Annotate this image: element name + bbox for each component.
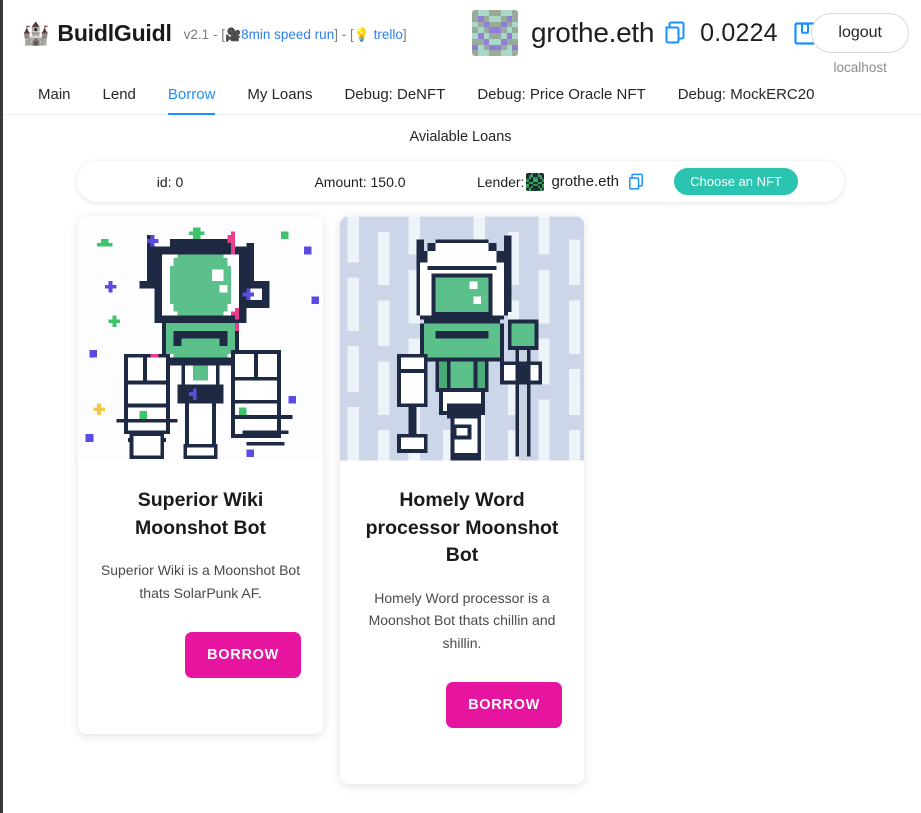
tab-debug-price-oracle-nft[interactable]: Debug: Price Oracle NFT xyxy=(461,75,661,114)
tab-lend[interactable]: Lend xyxy=(87,75,152,114)
account-info: grothe.eth 0.0224 xyxy=(472,10,816,56)
nft-card-body: Superior Wiki Moonshot Bot Superior Wiki… xyxy=(78,461,323,604)
copy-lender-address-button[interactable] xyxy=(619,173,644,191)
nft-description: Superior Wiki is a Moonshot Bot thats So… xyxy=(100,562,301,601)
nft-card-footer: BORROW xyxy=(78,604,323,734)
copy-address-button[interactable] xyxy=(654,21,686,45)
castle-icon: 🏰 xyxy=(22,20,50,46)
brand-meta: v2.1 - [🎥8min speed run] - [💡 trello] xyxy=(184,27,407,43)
borrow-button[interactable]: BORROW xyxy=(446,682,562,729)
loan-amount-label: Amount: 150.0 xyxy=(314,173,406,190)
lender-label: Lender: xyxy=(476,173,525,190)
logout-button[interactable]: logout xyxy=(811,13,909,53)
tab-debug-mockerc20[interactable]: Debug: MockERC20 xyxy=(662,75,831,114)
separator-open: - [ xyxy=(209,27,225,42)
save-button[interactable] xyxy=(778,21,816,45)
network-label: localhost xyxy=(833,60,887,75)
loan-lender-cell: Lender: grothe.eth xyxy=(475,172,646,191)
movie-camera-icon: 🎥 xyxy=(224,27,242,42)
blockie-avatar xyxy=(472,10,518,56)
account-name: grothe.eth xyxy=(531,17,655,48)
light-bulb-icon: 💡 xyxy=(353,27,370,42)
nft-card-grid: Superior Wiki Moonshot Bot Superior Wiki… xyxy=(0,216,921,813)
account-balance: 0.0224 xyxy=(700,18,778,47)
choose-an-nft-button[interactable]: Choose an NFT xyxy=(674,168,798,195)
trello-link[interactable]: trello xyxy=(374,27,403,42)
nft-card[interactable]: Homely Word processor Moonshot Bot Homel… xyxy=(340,216,584,785)
main-navigation: Main Lend Borrow My Loans Debug: DeNFT Debug:… xyxy=(0,75,921,115)
nft-card[interactable]: Superior Wiki Moonshot Bot Superior Wiki… xyxy=(78,216,323,735)
speed-run-link[interactable]: 8min speed run xyxy=(241,27,334,42)
loan-action-cell: Choose an NFT xyxy=(646,168,826,195)
lender-name: grothe.eth xyxy=(551,173,620,190)
tab-borrow[interactable]: Borrow xyxy=(152,75,232,115)
nft-title: Homely Word processor Moonshot Bot xyxy=(365,489,559,567)
brand-name: BuidlGuidl xyxy=(57,20,172,46)
copy-icon xyxy=(665,21,685,44)
nft-card-footer: BORROW xyxy=(340,654,584,784)
page-title: Avialable Loans xyxy=(409,129,512,145)
nft-description: Homely Word processor is a Moonshot Bot … xyxy=(368,590,556,651)
nft-card-body: Homely Word processor Moonshot Bot Homel… xyxy=(340,461,584,654)
pixel-robot-word-processor-art xyxy=(340,216,584,461)
separator-mid: ] - [ xyxy=(334,27,354,42)
loan-id-label: id: 0 xyxy=(156,173,184,190)
borrow-button[interactable]: BORROW xyxy=(185,632,301,679)
left-edge-gutter xyxy=(0,0,3,813)
logout-area: logout localhost xyxy=(811,13,909,75)
nft-title: Superior Wiki Moonshot Bot xyxy=(134,489,267,539)
pixel-robot-solarpunk-art xyxy=(78,216,323,461)
brand-logo[interactable]: 🏰 BuidlGuidl xyxy=(22,20,172,47)
separator-close: ] xyxy=(402,27,407,42)
tab-main[interactable]: Main xyxy=(22,75,87,114)
tab-debug-denft[interactable]: Debug: DeNFT xyxy=(328,75,461,114)
loan-id-cell: id: 0 xyxy=(95,174,245,190)
app-header: 🏰 BuidlGuidl v2.1 - [🎥8min speed run] - … xyxy=(0,0,921,75)
loan-amount-cell: Amount: 150.0 xyxy=(245,174,475,190)
tab-my-loans[interactable]: My Loans xyxy=(231,75,328,114)
loan-row[interactable]: id: 0 Amount: 150.0 Lender: grothe.eth C… xyxy=(77,161,844,202)
blockie-avatar xyxy=(526,172,545,191)
copy-icon xyxy=(629,173,643,190)
version-label: v2.1 xyxy=(183,27,210,42)
main-content: Avialable Loans id: 0 Amount: 150.0 Lend… xyxy=(0,115,921,813)
